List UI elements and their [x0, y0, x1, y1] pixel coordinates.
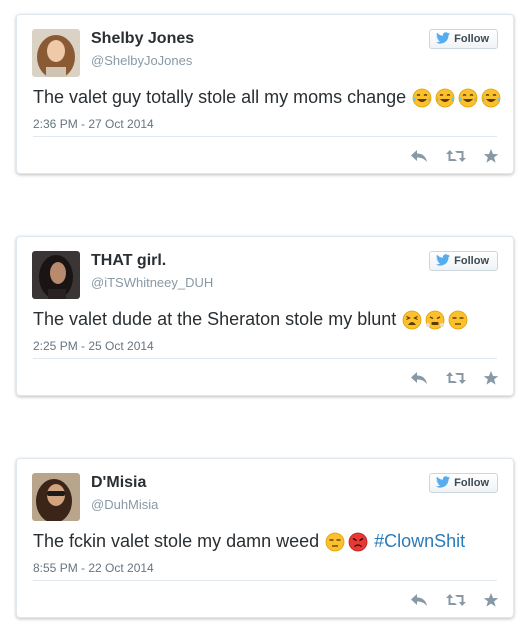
reply-icon[interactable]	[409, 148, 429, 164]
follow-button[interactable]: Follow	[429, 251, 498, 271]
face-with-steam-icon	[425, 310, 445, 330]
follow-button[interactable]: Follow	[429, 473, 498, 493]
tweet-actions	[409, 370, 499, 386]
divider	[33, 580, 497, 581]
divider	[33, 358, 497, 359]
tweet-text-body: The valet dude at the Sheraton stole my …	[33, 309, 397, 329]
tweet-card: Shelby Jones @ShelbyJoJones Follow The v…	[16, 14, 514, 174]
face-with-tears-of-joy-icon	[481, 88, 501, 108]
avatar[interactable]	[32, 29, 80, 77]
tired-face-icon	[402, 310, 422, 330]
tweet-timestamp[interactable]: 2:36 PM - 27 Oct 2014	[33, 117, 154, 131]
twitter-bird-icon	[436, 475, 451, 491]
follow-label: Follow	[454, 33, 489, 45]
tweet-card: D'Misia @DuhMisia Follow The fckin valet…	[16, 458, 514, 618]
follow-label: Follow	[454, 477, 489, 489]
twitter-bird-icon	[436, 253, 451, 269]
face-with-tears-of-joy-icon	[458, 88, 478, 108]
user-handle[interactable]: @DuhMisia	[91, 497, 158, 512]
user-name[interactable]: Shelby Jones	[91, 30, 194, 48]
retweet-icon[interactable]	[445, 592, 467, 608]
tweet-text: The fckin valet stole my damn weed #Clow…	[33, 531, 465, 552]
face-with-tears-of-joy-icon	[412, 88, 432, 108]
retweet-icon[interactable]	[445, 370, 467, 386]
favorite-star-icon[interactable]	[483, 370, 499, 386]
twitter-bird-icon	[436, 31, 451, 47]
user-handle[interactable]: @iTSWhitneey_DUH	[91, 275, 213, 290]
follow-label: Follow	[454, 255, 489, 267]
tweet-actions	[409, 592, 499, 608]
pouting-face-icon	[348, 532, 368, 552]
user-handle[interactable]: @ShelbyJoJones	[91, 53, 192, 68]
tweet-text: The valet guy totally stole all my moms …	[33, 87, 501, 108]
unamused-face-icon	[448, 310, 468, 330]
retweet-icon[interactable]	[445, 148, 467, 164]
unamused-face-icon	[325, 532, 345, 552]
tweet-card: THAT girl. @iTSWhitneey_DUH Follow The v…	[16, 236, 514, 396]
tweet-timestamp[interactable]: 2:25 PM - 25 Oct 2014	[33, 339, 154, 353]
user-name[interactable]: THAT girl.	[91, 252, 166, 270]
avatar[interactable]	[32, 251, 80, 299]
divider	[33, 136, 497, 137]
tweet-timestamp[interactable]: 8:55 PM - 22 Oct 2014	[33, 561, 154, 575]
favorite-star-icon[interactable]	[483, 148, 499, 164]
reply-icon[interactable]	[409, 592, 429, 608]
reply-icon[interactable]	[409, 370, 429, 386]
tweet-text-body: The fckin valet stole my damn weed	[33, 531, 320, 551]
face-with-tears-of-joy-icon	[435, 88, 455, 108]
follow-button[interactable]: Follow	[429, 29, 498, 49]
user-name[interactable]: D'Misia	[91, 474, 146, 492]
tweet-text: The valet dude at the Sheraton stole my …	[33, 309, 468, 330]
hashtag-link[interactable]: #ClownShit	[374, 531, 465, 552]
tweet-actions	[409, 148, 499, 164]
avatar[interactable]	[32, 473, 80, 521]
favorite-star-icon[interactable]	[483, 592, 499, 608]
tweet-text-body: The valet guy totally stole all my moms …	[33, 87, 407, 107]
